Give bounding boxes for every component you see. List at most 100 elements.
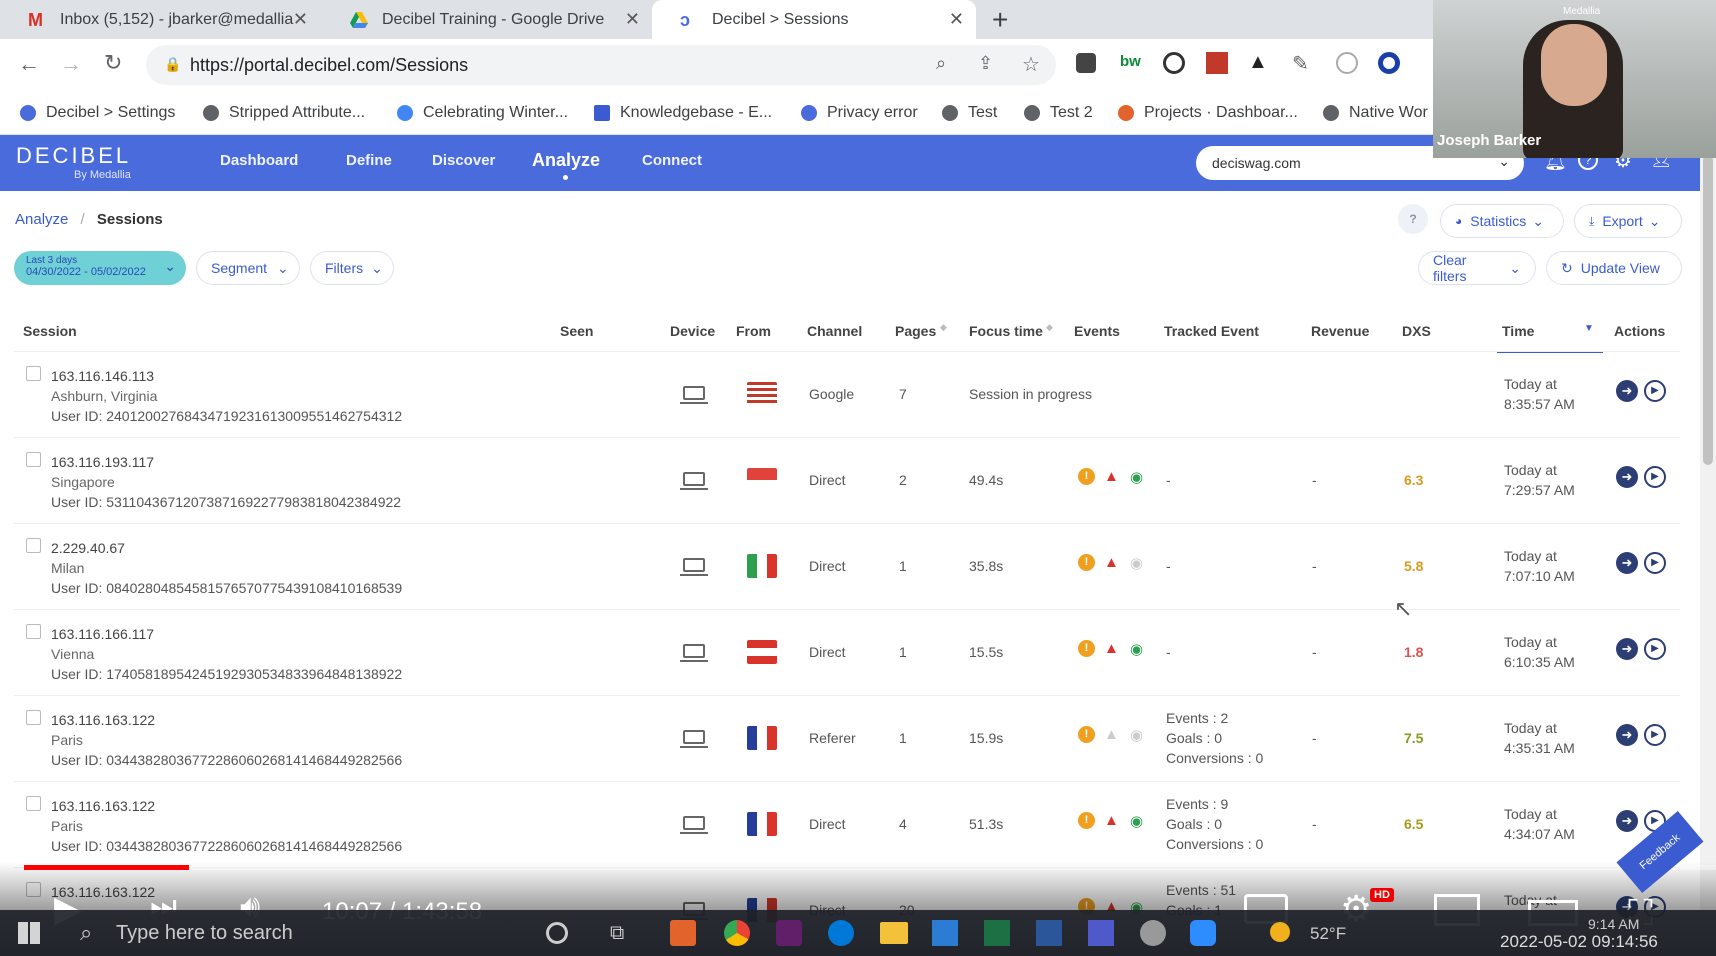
table-row[interactable]: 163.116.163.122 Paris User ID: 03443828036… xyxy=(14,695,1680,781)
eye-icon[interactable]: ◉ xyxy=(1130,640,1146,658)
col-session[interactable]: Session xyxy=(23,323,77,339)
eye-icon[interactable]: ◉ xyxy=(1130,468,1146,486)
bookmark-item[interactable]: Test 2 xyxy=(1024,104,1093,122)
file-explorer-icon[interactable] xyxy=(880,922,908,944)
warning-icon[interactable]: ! xyxy=(1078,812,1095,829)
office-icon[interactable] xyxy=(670,920,696,946)
session-ip[interactable]: 163.116.166.117 xyxy=(51,624,402,644)
bookmark-item[interactable]: Stripped Attribute... xyxy=(203,104,365,122)
replay-play-icon[interactable]: ▶ xyxy=(1644,552,1666,574)
col-from[interactable]: From xyxy=(736,323,771,339)
vscode-icon[interactable] xyxy=(932,920,958,946)
bookmark-item[interactable]: Projects · Dashboar... xyxy=(1118,104,1298,122)
alert-triangle-icon[interactable]: ▲ xyxy=(1104,554,1120,571)
cortana-icon[interactable] xyxy=(546,922,568,944)
table-row[interactable]: 163.116.163.122 Paris User ID: 03443828036… xyxy=(14,781,1680,867)
segment-dropdown[interactable]: Segment ⌄ xyxy=(196,251,300,285)
new-tab-button[interactable]: + xyxy=(992,4,1008,36)
nav-connect[interactable]: Connect xyxy=(642,152,702,169)
task-view-icon[interactable]: ⧉ xyxy=(610,922,624,945)
statistics-button[interactable]: ◕ Statistics ⌄ xyxy=(1440,204,1564,238)
bookmark-item[interactable]: Decibel > Settings xyxy=(20,104,175,122)
filters-dropdown[interactable]: Filters ⌄ xyxy=(310,251,394,285)
breadcrumb-analyze[interactable]: Analyze xyxy=(15,211,68,228)
open-session-arrow-icon[interactable]: ➜ xyxy=(1616,466,1638,488)
nav-define[interactable]: Define xyxy=(346,152,392,169)
bookmark-item[interactable]: Celebrating Winter... xyxy=(397,104,568,122)
col-device[interactable]: Device xyxy=(670,323,715,339)
alert-triangle-icon[interactable]: ▲ xyxy=(1104,726,1120,743)
scrollbar-thumb[interactable] xyxy=(1703,155,1713,465)
decibel-logo[interactable]: DECIBEL xyxy=(16,143,131,169)
reload-icon[interactable]: ↻ xyxy=(104,50,122,76)
row-checkbox[interactable] xyxy=(26,538,41,553)
app-icon[interactable] xyxy=(1140,920,1166,946)
word-icon[interactable] xyxy=(1036,920,1062,946)
replay-play-icon[interactable]: ▶ xyxy=(1644,380,1666,402)
nav-analyze[interactable]: Analyze xyxy=(532,150,600,171)
extension-red-icon[interactable] xyxy=(1206,52,1228,74)
page-scrollbar[interactable] xyxy=(1700,135,1716,910)
col-pages[interactable]: Pages xyxy=(895,323,936,339)
open-session-arrow-icon[interactable]: ➜ xyxy=(1616,638,1638,660)
extension-d-icon[interactable] xyxy=(1336,52,1358,74)
table-row[interactable]: 163.116.166.117 Vienna User ID: 1740581895… xyxy=(14,609,1680,695)
zoom-app-icon[interactable] xyxy=(1190,920,1216,946)
table-row[interactable]: 163.116.146.113 Ashburn, Virginia User ID:… xyxy=(14,351,1680,437)
row-checkbox[interactable] xyxy=(26,624,41,639)
extension-block-icon[interactable] xyxy=(1163,52,1185,74)
col-time[interactable]: Time xyxy=(1502,323,1534,339)
alert-triangle-icon[interactable]: ▲ xyxy=(1104,468,1120,485)
warning-icon[interactable]: ! xyxy=(1078,640,1095,657)
tab-gmail[interactable]: M Inbox (5,152) - jbarker@medallia ✕ xyxy=(0,0,320,39)
alert-triangle-icon[interactable]: ▲ xyxy=(1104,812,1120,829)
clear-filters-button[interactable]: Clear filters ⌄ xyxy=(1418,251,1536,285)
session-ip[interactable]: 2.229.40.67 xyxy=(51,538,402,558)
warning-icon[interactable]: ! xyxy=(1078,726,1095,743)
back-arrow-icon[interactable]: ← xyxy=(18,51,40,77)
alert-triangle-icon[interactable]: ▲ xyxy=(1104,640,1120,657)
col-focus-time[interactable]: Focus time xyxy=(969,323,1043,339)
extension-bw-icon[interactable]: bw xyxy=(1120,53,1141,70)
table-row[interactable]: 2.229.40.67 Milan User ID: 084028048545815… xyxy=(14,523,1680,609)
teams-icon[interactable] xyxy=(1088,920,1114,946)
warning-icon[interactable]: ! xyxy=(1078,554,1095,571)
extension-icon[interactable] xyxy=(1076,53,1096,73)
bookmark-item[interactable]: Privacy error xyxy=(801,104,918,122)
col-channel[interactable]: Channel xyxy=(807,323,862,339)
taskbar-search-input[interactable]: Type here to search xyxy=(116,922,293,945)
sort-desc-icon[interactable]: ▼ xyxy=(1584,323,1594,334)
bookmark-item[interactable]: Native Wor xyxy=(1323,104,1428,122)
close-tab-icon[interactable]: ✕ xyxy=(625,9,640,30)
open-session-arrow-icon[interactable]: ➜ xyxy=(1616,724,1638,746)
col-seen[interactable]: Seen xyxy=(560,323,593,339)
bookmark-item[interactable]: Test xyxy=(942,104,997,122)
col-events[interactable]: Events xyxy=(1074,323,1120,339)
session-ip[interactable]: 163.116.163.122 xyxy=(51,710,402,730)
windows-start-icon[interactable] xyxy=(18,922,40,944)
col-tracked-event[interactable]: Tracked Event xyxy=(1164,323,1259,339)
open-session-arrow-icon[interactable]: ➜ xyxy=(1616,552,1638,574)
warning-icon[interactable]: ! xyxy=(1078,468,1095,485)
help-button[interactable]: ? xyxy=(1398,204,1428,234)
open-session-arrow-icon[interactable]: ➜ xyxy=(1616,810,1638,832)
share-icon[interactable]: ⇪ xyxy=(978,53,993,74)
progress-track[interactable] xyxy=(24,865,1716,870)
close-tab-icon[interactable]: ✕ xyxy=(949,9,964,30)
row-checkbox[interactable] xyxy=(26,366,41,381)
chrome-icon[interactable] xyxy=(724,920,750,946)
tab-decibel-sessions[interactable]: ↄ Decibel > Sessions ✕ xyxy=(652,0,976,39)
address-bar[interactable]: 🔒 https://portal.decibel.com/Sessions ⌕ … xyxy=(146,45,1056,85)
row-checkbox[interactable] xyxy=(26,710,41,725)
replay-play-icon[interactable]: ▶ xyxy=(1644,724,1666,746)
eye-icon[interactable]: ◉ xyxy=(1130,726,1146,744)
search-icon[interactable]: ⌕ xyxy=(80,920,92,946)
sort-icon[interactable]: ◆ xyxy=(940,322,947,333)
bookmark-item[interactable]: Knowledgebase - E... xyxy=(594,104,772,122)
session-ip[interactable]: 163.116.163.122 xyxy=(51,796,402,816)
bookmark-star-icon[interactable]: ☆ xyxy=(1022,52,1040,77)
export-button[interactable]: ⤓ Export ⌄ xyxy=(1574,204,1682,238)
col-revenue[interactable]: Revenue xyxy=(1311,323,1369,339)
nav-dashboard[interactable]: Dashboard xyxy=(220,152,298,169)
edge-icon[interactable] xyxy=(828,920,854,946)
